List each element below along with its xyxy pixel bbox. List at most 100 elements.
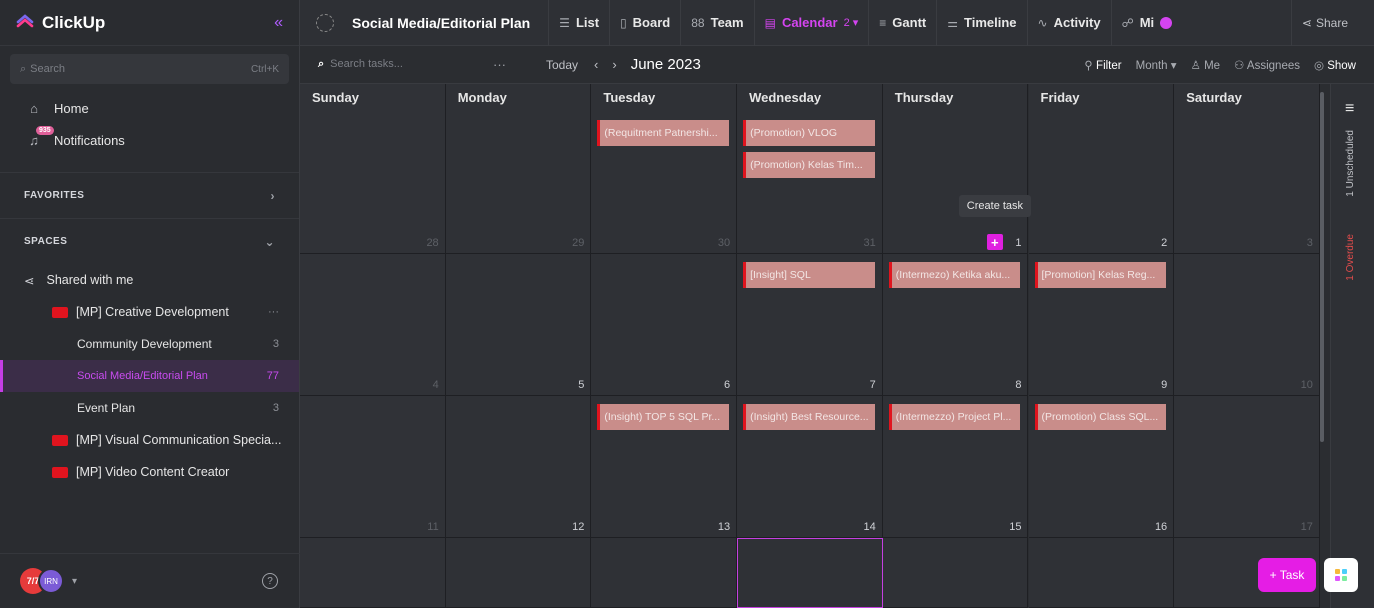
overdue-toggle[interactable]: 1 Overdue xyxy=(1345,234,1356,281)
help-icon[interactable]: ? xyxy=(262,573,278,589)
calendar-task[interactable]: (Insight) Best Resource... xyxy=(743,404,875,430)
calendar-day-cell[interactable]: 11 xyxy=(300,396,446,538)
list-social-media-editorial-plan[interactable]: Social Media/Editorial Plan 77 xyxy=(0,360,299,392)
logo-row: ClickUp « xyxy=(0,0,299,46)
share-label: Share xyxy=(1315,15,1348,30)
tab-calendar[interactable]: ▤ Calendar 2 ▾ xyxy=(753,0,869,46)
calendar-day-cell[interactable]: 5 xyxy=(445,254,592,396)
gantt-icon: ≡ xyxy=(879,15,887,30)
day-number: 16 xyxy=(1154,521,1168,533)
favorites-section[interactable]: FAVORITES › xyxy=(0,172,299,218)
calendar-scrollbar[interactable] xyxy=(1320,92,1324,442)
calendar-day-cell[interactable] xyxy=(737,538,883,608)
tab-board[interactable]: ▯ Board xyxy=(609,0,680,46)
calendar-day-cell[interactable]: 6 xyxy=(591,254,738,396)
tab-timeline[interactable]: ⚌ Timeline xyxy=(936,0,1026,46)
calendar-task[interactable]: [Promotion] Kelas Reg... xyxy=(1034,262,1167,288)
day-number: 17 xyxy=(1300,521,1313,533)
calendar-task[interactable]: (Insight) TOP 5 SQL Pr... xyxy=(597,404,730,430)
calendar-day-cell[interactable] xyxy=(1028,538,1175,608)
calendar-day-cell[interactable] xyxy=(591,538,738,608)
calendar-day-cell[interactable]: Thursday 1 xyxy=(882,84,1029,254)
calendar-day-cell[interactable]: Tuesday 30 xyxy=(591,84,738,254)
list-community-development[interactable]: Community Development 3 xyxy=(0,328,299,360)
tab-list[interactable]: ☰ List xyxy=(548,0,609,46)
list-count: 3 xyxy=(272,402,279,414)
more-options-icon[interactable]: ··· xyxy=(493,57,506,72)
calendar-day-cell[interactable]: Sunday 28 xyxy=(300,84,446,254)
assignees-filter[interactable]: ⚇ Assignees xyxy=(1234,58,1300,72)
calendar-task[interactable]: (Intermezo) Ketika aku... xyxy=(888,262,1021,288)
user-icon: ♙ xyxy=(1190,59,1205,72)
calendar-task[interactable]: [Insight] SQL xyxy=(743,262,875,288)
list-event-plan[interactable]: Event Plan 3 xyxy=(0,392,299,424)
add-task-icon[interactable]: + xyxy=(986,234,1003,250)
list-count: 3 xyxy=(272,338,279,350)
today-button[interactable]: Today xyxy=(546,58,578,72)
share-button[interactable]: ⋖ Share xyxy=(1290,0,1358,46)
tab-mind-map[interactable]: ☍ Mi xyxy=(1110,0,1183,46)
calendar-day-cell[interactable]: 17 xyxy=(1174,396,1320,538)
calendar-day-cell[interactable]: 12 xyxy=(445,396,592,538)
folder-video-content-creator[interactable]: [MP] Video Content Creator xyxy=(0,456,299,488)
folder-creative-development[interactable]: [MP] Creative Development ··· xyxy=(0,296,299,328)
calendar-day-cell[interactable]: 4 xyxy=(300,254,446,396)
current-month: June 2023 xyxy=(630,56,701,73)
calendar-day-cell[interactable]: 10 xyxy=(1174,254,1320,396)
calendar-day-cell[interactable]: Monday 29 xyxy=(445,84,592,254)
sidebar-item-home[interactable]: ⌂ Home xyxy=(0,92,299,124)
weekday-header: Wednesday xyxy=(749,90,822,105)
unscheduled-toggle[interactable]: 1 Unscheduled xyxy=(1345,130,1356,197)
tab-gantt[interactable]: ≡ Gantt xyxy=(868,0,936,46)
calendar-day-cell[interactable]: Friday 2 xyxy=(1028,84,1175,254)
new-task-button[interactable]: + Task xyxy=(1258,558,1316,592)
sidebar-footer: 7/7 IRN ▾ ? xyxy=(0,553,300,608)
more-icon[interactable]: ··· xyxy=(268,306,279,318)
day-number: 28 xyxy=(426,237,439,249)
shared-with-me[interactable]: ⋖ Shared with me xyxy=(0,264,299,296)
me-filter[interactable]: ♙ Me xyxy=(1191,58,1221,72)
mind-map-icon: ☍ xyxy=(1121,15,1134,30)
board-icon: ▯ xyxy=(620,15,627,30)
unscheduled-rail: ≡ 1 Unscheduled 1 Overdue xyxy=(1330,84,1374,608)
calendar-day-cell[interactable] xyxy=(300,538,446,608)
calendar-day-cell[interactable]: Saturday 3 xyxy=(1174,84,1320,254)
apps-button[interactable] xyxy=(1324,558,1358,592)
tab-team[interactable]: 88 Team xyxy=(680,0,753,46)
weekday-header: Friday xyxy=(1040,90,1080,105)
sidebar-search[interactable]: ⌕ Search Ctrl+K xyxy=(10,54,289,84)
list-label: Event Plan xyxy=(77,401,136,415)
calendar-task[interactable]: (Promotion) VLOG xyxy=(743,120,875,146)
sidebar-item-notifications[interactable]: ♫ 935 Notifications xyxy=(0,124,299,156)
calendar-day-cell[interactable] xyxy=(445,538,592,608)
collapse-sidebar-icon[interactable]: « xyxy=(274,14,283,32)
main-area: Social Media/Editorial Plan ☰ List ▯ Board… xyxy=(300,0,1374,608)
chevron-down-icon[interactable]: ▾ xyxy=(72,576,77,587)
view-mode-dropdown[interactable]: Month ▾ xyxy=(1136,58,1177,72)
tab-label: Gantt xyxy=(892,15,927,30)
weekday-header: Saturday xyxy=(1186,90,1242,105)
chevron-right-icon[interactable]: › xyxy=(612,57,616,72)
tab-activity[interactable]: ∿ Activity xyxy=(1026,0,1111,46)
avatar[interactable]: IRN xyxy=(38,568,64,594)
activity-icon: ∿ xyxy=(1037,15,1048,30)
filter-button[interactable]: ⚲ Filter xyxy=(1084,58,1121,72)
task-search-input[interactable]: ⌕ Search tasks... xyxy=(318,58,493,71)
calendar-task[interactable]: (Promotion) Class SQL... xyxy=(1034,404,1167,430)
calendar-icon: ▤ xyxy=(764,15,776,30)
folder-visual-communication[interactable]: [MP] Visual Communication Specia... xyxy=(0,424,299,456)
calendar-task[interactable]: (Intermezzo) Project Pl... xyxy=(888,404,1021,430)
sidebar-search-placeholder: Search xyxy=(30,63,66,75)
chevron-left-icon[interactable]: ‹ xyxy=(594,57,598,72)
menu-icon[interactable]: ≡ xyxy=(1345,100,1354,118)
add-view-icon[interactable] xyxy=(1160,16,1173,29)
spaces-section[interactable]: SPACES ⌄ xyxy=(0,218,299,264)
calendar-task[interactable]: (Promotion) Kelas Tim... xyxy=(743,152,875,178)
calendar-task[interactable]: (Requitment Patnershi... xyxy=(597,120,730,146)
create-task-tooltip: Create task xyxy=(958,195,1032,217)
day-number: 8 xyxy=(1015,379,1022,391)
sidebar-item-label: Notifications xyxy=(54,132,125,148)
app-name: ClickUp xyxy=(42,12,106,32)
show-button[interactable]: ◎ Show xyxy=(1314,58,1356,72)
calendar-day-cell[interactable] xyxy=(882,538,1029,608)
